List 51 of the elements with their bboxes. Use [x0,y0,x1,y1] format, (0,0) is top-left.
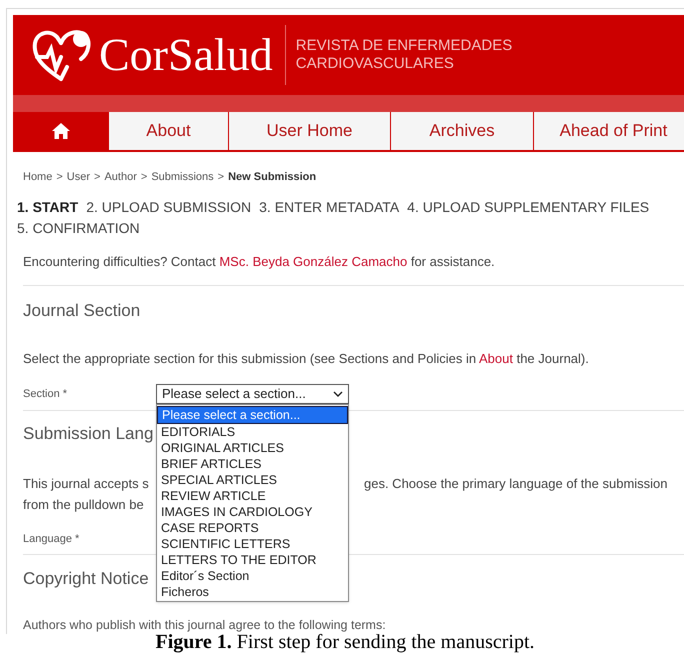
dropdown-option[interactable]: CASE REPORTS [157,520,348,536]
tagline-text: REVISTA DE ENFERMEDADES [296,37,512,55]
dropdown-option[interactable]: REVIEW ARTICLE [157,488,348,504]
copyright-text: Authors who publish with this journal agree to the following terms: [22,616,387,634]
breadcrumb-link[interactable]: User [66,169,90,186]
breadcrumb-current: New Submission [228,170,316,185]
dropdown-option[interactable]: BRIEF ARTICLES [157,456,348,472]
dropdown-option[interactable]: EDITORIALS [157,424,348,440]
language-paragraph-text: ges. Choose the primary language of the submission [364,474,668,493]
tagline-text: CARDIOVASCULARES [296,55,455,73]
nav-tab[interactable]: Archives [391,112,534,150]
dropdown-option[interactable]: Editor´s Section [157,568,348,584]
dropdown-option[interactable]: ORIGINAL ARTICLES [157,440,348,456]
step-label: 1. START [17,198,78,216]
step-label: 5. CONFIRMATION [17,218,140,238]
contact-text: Encountering difficulties? Contact MSc. Beyda González Camacho for assistance. [22,252,496,271]
dropdown-option[interactable]: Ficheros [157,584,348,600]
section-heading: Submission Lang [23,423,154,445]
section-heading: Journal Section [22,300,142,322]
field-label: Section * [23,386,68,402]
chevron-down-icon [333,391,343,397]
heart-stethoscope-logo-icon [31,27,93,83]
section-heading: Copyright Notice [23,568,149,590]
breadcrumb-separator: > [94,170,100,185]
language-paragraph-text: from the pulldown be [23,496,145,514]
section-select[interactable]: Please select a section... [156,384,349,404]
dropdown-option[interactable]: SPECIAL ARTICLES [157,472,348,488]
home-icon [50,122,70,140]
logo-text: CorSalud [99,32,273,78]
nav-tab[interactable]: Ahead of Print [534,112,684,150]
about-link[interactable]: About [478,350,513,366]
nav-tab[interactable]: About [109,112,229,150]
contact-link[interactable]: MSc. Beyda González Camacho [219,254,408,268]
dropdown-option[interactable]: LETTERS TO THE EDITOR [157,552,348,568]
step-label: 4. UPLOAD SUPPLEMENTARY FILES [407,198,650,216]
breadcrumb-separator: > [56,170,63,185]
breadcrumb-link[interactable]: Home [23,169,52,186]
field-label: Language * [23,532,80,546]
dropdown-option[interactable]: Please select a section... [157,406,348,424]
breadcrumb-link[interactable]: Submissions [151,169,214,186]
breadcrumb-separator: > [218,170,224,185]
breadcrumb-separator: > [140,170,148,185]
step-label: 3. ENTER METADATA [259,198,400,216]
breadcrumb-link[interactable]: Author [104,169,137,186]
step-label: 2. UPLOAD SUBMISSION [86,198,252,216]
figure-caption: Figure 1. First step for sending the manuscript. [154,631,536,654]
dropdown-option[interactable]: SCIENTIFIC LETTERS [157,536,348,552]
nav-tab[interactable]: User Home [229,112,391,150]
language-paragraph-text: This journal accepts s [23,474,150,493]
section-instructions: Select the appropriate section for this submission (see Sections and Policies in About the Journal). [22,350,590,368]
dropdown-option[interactable]: IMAGES IN CARDIOLOGY [157,504,348,520]
